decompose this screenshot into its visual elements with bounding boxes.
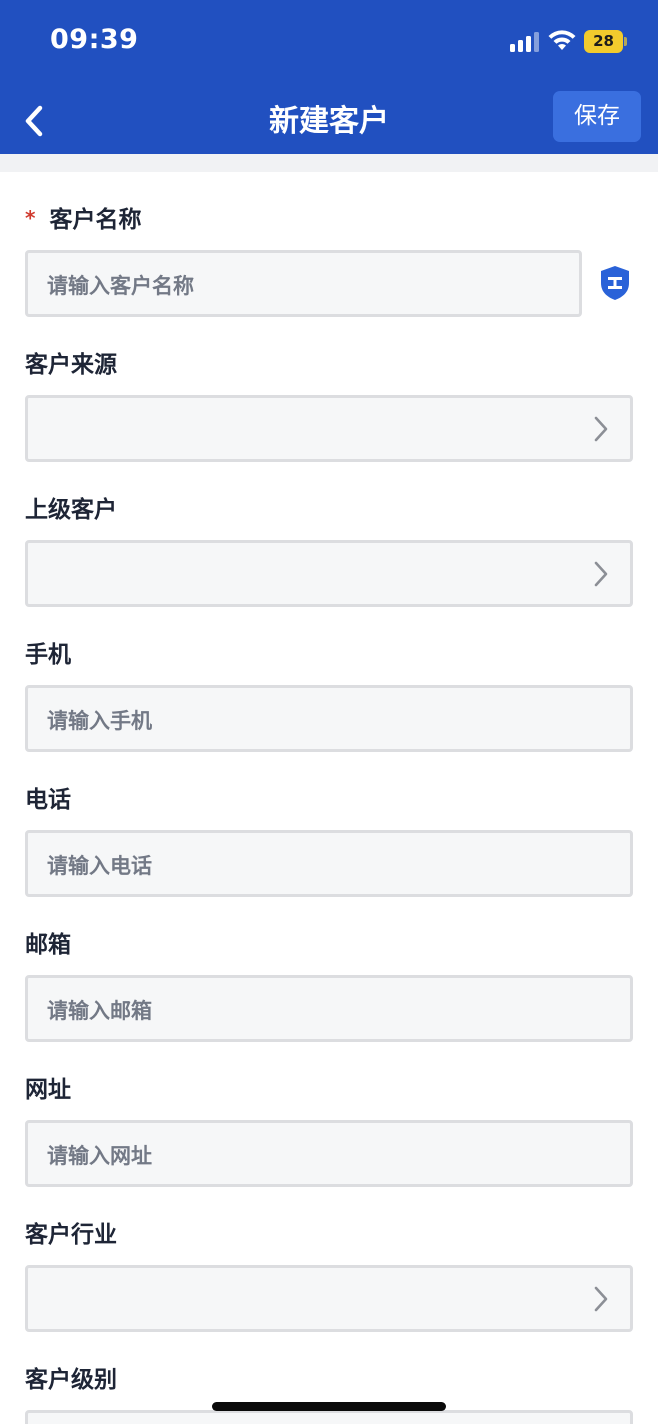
back-button[interactable]: [16, 98, 56, 144]
save-button[interactable]: 保存: [553, 91, 641, 142]
customer-level-select[interactable]: [25, 1410, 633, 1424]
parent-customer-label: 上级客户: [25, 497, 117, 523]
industry-select[interactable]: [25, 1265, 633, 1332]
customer-name-placeholder: 请输入客户名称: [47, 274, 194, 298]
customer-name-label: * 客户名称: [25, 200, 141, 234]
customer-source-select[interactable]: [25, 395, 633, 462]
mobile-input[interactable]: 请输入手机: [25, 685, 633, 752]
chevron-left-icon: [25, 105, 43, 137]
mobile-placeholder: 请输入手机: [47, 709, 152, 733]
mobile-label: 手机: [25, 642, 71, 668]
chevron-right-icon: [594, 561, 608, 587]
customer-level-label: 客户级别: [25, 1367, 117, 1393]
email-input[interactable]: 请输入邮箱: [25, 975, 633, 1042]
battery-level: 28: [584, 30, 623, 53]
phone-input[interactable]: 请输入电话: [25, 830, 633, 897]
chevron-right-icon: [594, 416, 608, 442]
website-placeholder: 请输入网址: [47, 1144, 152, 1168]
app-header: 09:39 28 新建客户 保存: [0, 0, 658, 154]
required-mark: *: [25, 206, 36, 230]
header-divider: [0, 154, 658, 172]
email-label: 邮箱: [25, 932, 71, 958]
phone-label: 电话: [25, 787, 71, 813]
customer-name-label-text: 客户名称: [49, 207, 142, 233]
status-time: 09:39: [50, 24, 139, 55]
new-customer-screen: 09:39 28 新建客户 保存 * 客户名称 请输入客户名称 客户来源 上级客…: [0, 0, 658, 1424]
home-indicator: [212, 1402, 446, 1411]
website-label: 网址: [25, 1077, 71, 1103]
customer-name-input[interactable]: 请输入客户名称: [25, 250, 582, 317]
shield-icon[interactable]: [598, 264, 632, 302]
battery-icon: 28: [584, 30, 628, 53]
email-placeholder: 请输入邮箱: [47, 999, 152, 1023]
industry-label: 客户行业: [25, 1222, 117, 1248]
customer-source-label: 客户来源: [25, 352, 117, 378]
cellular-signal-icon: [510, 32, 540, 52]
phone-placeholder: 请输入电话: [47, 854, 152, 878]
website-input[interactable]: 请输入网址: [25, 1120, 633, 1187]
chevron-right-icon: [594, 1286, 608, 1312]
wifi-icon: [548, 30, 576, 50]
parent-customer-select[interactable]: [25, 540, 633, 607]
